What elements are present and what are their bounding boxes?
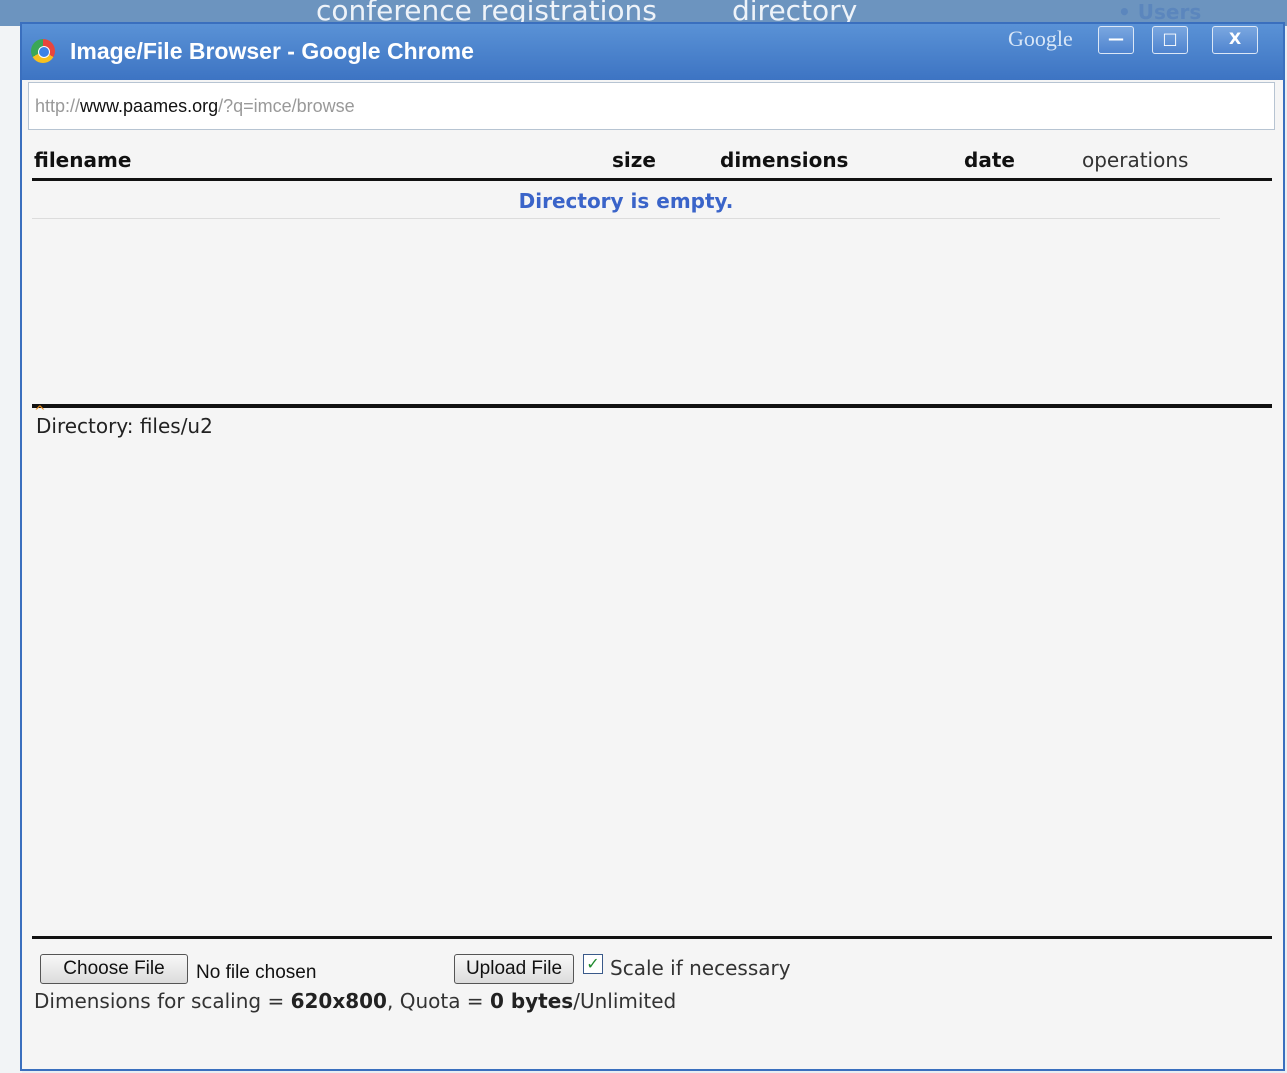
background-users-link: • Users xyxy=(1118,0,1202,24)
file-browser-window: Image/File Browser - Google Chrome Googl… xyxy=(20,22,1285,1071)
column-operations: operations xyxy=(1082,148,1189,172)
scaling-dimensions: 620x800 xyxy=(290,989,387,1013)
maximize-button[interactable]: □ xyxy=(1152,26,1188,54)
divider xyxy=(32,404,1272,408)
window-title: Image/File Browser - Google Chrome xyxy=(70,38,474,64)
address-path: /?q=imce/browse xyxy=(218,96,355,116)
column-filename[interactable]: filename xyxy=(34,148,131,172)
divider xyxy=(32,936,1272,939)
address-bar[interactable]: http://www.paames.org/?q=imce/browse xyxy=(28,82,1275,130)
quota-value: 0 bytes xyxy=(489,989,574,1013)
scale-checkbox[interactable]: ✓ xyxy=(583,954,603,974)
info-mid: , Quota = xyxy=(386,989,490,1013)
address-host: www.paames.org xyxy=(80,96,219,116)
choose-file-button[interactable]: Choose File xyxy=(40,954,188,984)
address-prefix: http:// xyxy=(35,96,81,116)
close-button[interactable]: X xyxy=(1212,26,1258,54)
column-dimensions[interactable]: dimensions xyxy=(720,148,848,172)
upload-file-button[interactable]: Upload File xyxy=(454,954,574,984)
empty-directory-message: Directory is empty. xyxy=(32,184,1220,219)
column-size[interactable]: size xyxy=(612,148,656,172)
file-table-header: filename size dimensions date operations xyxy=(32,148,1272,181)
no-file-chosen-text: No file chosen xyxy=(196,962,317,983)
minimize-button[interactable]: — xyxy=(1098,26,1134,54)
directory-label: Directory: files/u2 xyxy=(36,414,213,438)
scaling-quota-info: Dimensions for scaling = 620x800, Quota … xyxy=(34,989,676,1013)
background-left-edge xyxy=(0,26,22,1073)
column-date[interactable]: date xyxy=(964,148,1015,172)
chrome-icon xyxy=(31,39,55,63)
info-suffix: /Unlimited xyxy=(573,989,677,1013)
title-bar[interactable]: Image/File Browser - Google Chrome Googl… xyxy=(22,24,1283,80)
scale-checkbox-label[interactable]: Scale if necessary xyxy=(610,956,791,980)
info-prefix: Dimensions for scaling = xyxy=(34,989,291,1013)
google-label: Google xyxy=(1008,26,1073,51)
